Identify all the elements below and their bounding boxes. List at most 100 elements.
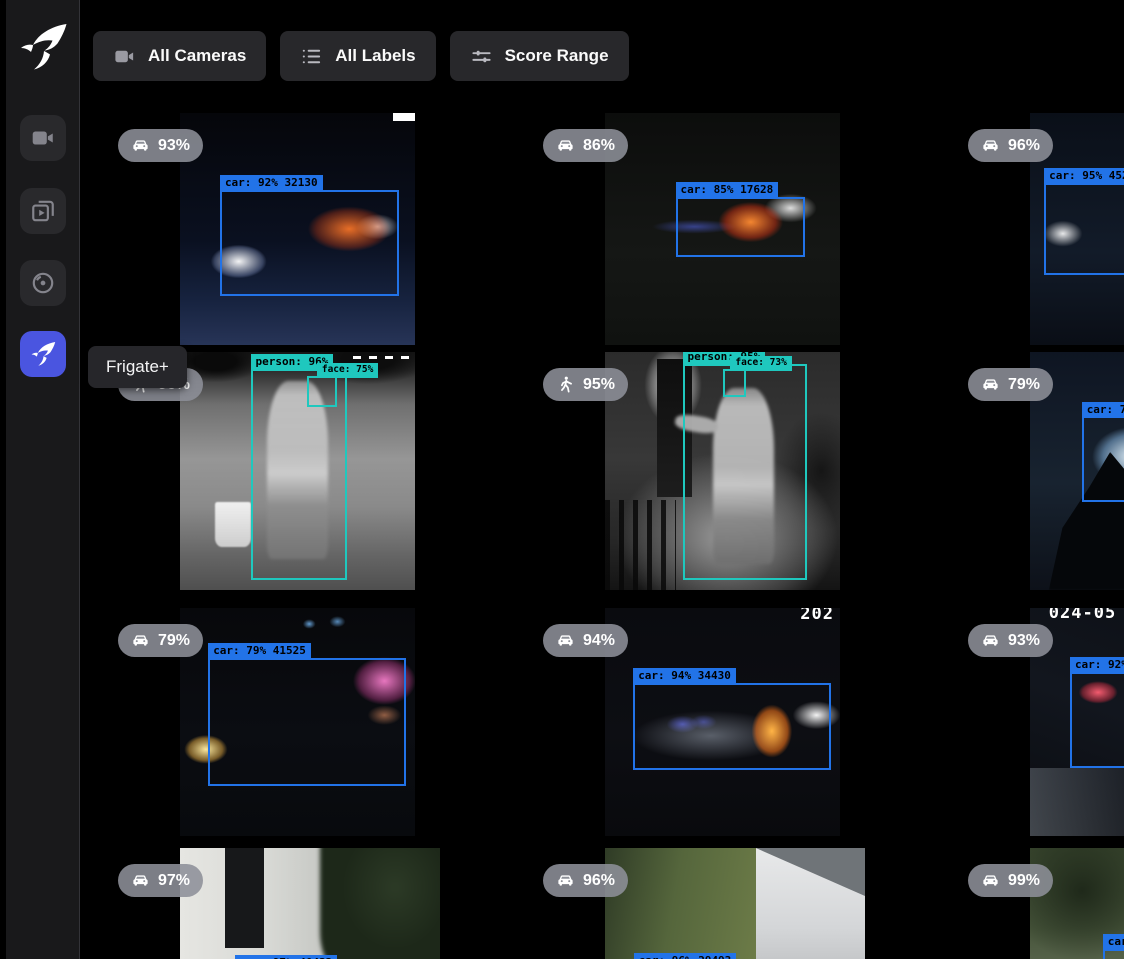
timestamp-fragment: 202 [800,608,834,624]
car-icon [556,871,575,890]
score-text: 97% [158,872,190,890]
car-bounding-box: car: 95% 45260 [1044,183,1124,276]
car-icon [556,631,575,650]
car-icon [981,631,1000,650]
frigate-bird-icon [30,341,56,367]
bucket [215,502,250,547]
sidebar-item-cameras[interactable] [20,115,66,161]
car-bounding-box: car: 85% 17628 [676,197,805,257]
detection-label: car: 96% 29493 [634,953,737,959]
car-icon [981,375,1000,394]
score-badge: 94% [543,624,628,657]
driveway-highlight [1030,768,1124,836]
detection-card[interactable]: car: 85% 17628 86% [525,113,950,345]
detection-label: car: 79% 41525 [208,643,311,660]
timestamp-fragment: 024-05 0 [1049,608,1124,623]
car-icon [981,871,1000,890]
video-camera-icon [30,125,56,151]
score-text: 79% [1008,376,1040,394]
face-label: face: 75% [317,363,378,378]
detection-thumbnail[interactable]: 202 car: 94% 34430 [605,608,840,836]
detection-card[interactable]: 202 car: 94% 34430 94% [525,608,950,836]
frigate-plus-page: Frigate+ All Cameras All Labels Score Ra… [0,0,1124,959]
detection-thumbnail[interactable]: person: 96% face: 75% [180,352,415,590]
all-cameras-filter-button[interactable]: All Cameras [93,31,266,81]
review-icon [30,198,56,224]
score-badge: 99% [968,864,1053,897]
filter-label: All Cameras [148,46,246,66]
score-text: 93% [158,137,190,155]
detection-thumbnail[interactable]: car: 99% 25 [1030,848,1124,959]
detection-thumbnail[interactable]: car: 85% 17628 [605,113,840,345]
score-badge: 96% [543,864,628,897]
sidebar [6,0,80,959]
all-labels-filter-button[interactable]: All Labels [280,31,435,81]
car-icon [981,136,1000,155]
sidebar-item-frigate-plus[interactable] [20,331,66,377]
score-text: 86% [583,137,615,155]
house [756,848,865,959]
detection-card[interactable]: car: 92% 32130 93% [100,113,525,345]
detection-label: car: 97% 40432 [235,955,338,959]
detection-card[interactable]: 024-05 0 car: 92% 4218 93% [950,608,1124,836]
score-text: 96% [583,872,615,890]
car-bounding-box: car: 92% 32130 [220,190,399,297]
detection-card[interactable]: car: 97% 40432 97% [100,848,525,959]
detection-card[interactable]: car: 95% 45260 96% [950,113,1124,345]
detection-label: car: 99% 25 [1103,934,1124,951]
window-edge [0,0,6,959]
filter-label: All Labels [335,46,415,66]
detection-thumbnail[interactable]: car: 97% 40432 [180,848,440,959]
score-text: 79% [158,632,190,650]
sidebar-item-export[interactable] [20,260,66,306]
detection-card[interactable]: car: 79% 79% [950,352,1124,590]
score-badge: 79% [968,368,1053,401]
detection-thumbnail[interactable]: person: 95% face: 73% [605,352,840,590]
filter-toolbar: All Cameras All Labels Score Range [93,31,629,81]
detection-card[interactable]: car: 79% 41525 79% [100,608,525,836]
car-bounding-box: car: 79% 41525 [208,658,405,786]
score-range-filter-button[interactable]: Score Range [450,31,629,81]
sliders-icon [470,45,493,68]
detection-thumbnail[interactable]: car: 92% 32130 [180,113,415,345]
face-bounding-box: face: 75% [307,376,338,407]
face-bounding-box: face: 73% [723,369,747,398]
grass-hill [605,848,756,959]
filter-label: Score Range [505,46,609,66]
score-text: 95% [583,376,615,394]
car-bounding-box: car: 94% 34430 [633,683,830,770]
person-icon [556,375,575,394]
detection-label: car: 79% [1082,402,1124,419]
detection-label: car: 92% 32130 [220,175,323,192]
detection-label: car: 85% 17628 [676,182,779,199]
car-icon [131,136,150,155]
car-bounding-box: car: 79% [1082,416,1124,502]
car-icon [131,871,150,890]
score-badge: 93% [968,624,1053,657]
detection-card[interactable]: car: 99% 25 99% [950,848,1124,959]
score-badge: 95% [543,368,628,401]
score-text: 93% [1008,632,1040,650]
list-icon [300,45,323,68]
frigate-logo [18,22,68,72]
bushes [320,848,440,959]
score-badge: 79% [118,624,203,657]
car-bounding-box: car: 99% 25 [1103,949,1124,959]
detection-card[interactable]: person: 95% face: 73% 95% [525,352,950,590]
score-badge: 97% [118,864,203,897]
detection-label: car: 94% 34430 [633,668,736,685]
detection-thumbnail[interactable]: car: 96% 29493 [605,848,865,959]
car-icon [131,631,150,650]
detection-label: car: 95% 45260 [1044,168,1124,185]
detection-thumbnail[interactable]: car: 79% 41525 [180,608,415,836]
house-porch [180,848,331,959]
frigate-plus-tooltip: Frigate+ [88,346,187,388]
score-badge: 96% [968,129,1053,162]
export-disc-icon [30,270,56,296]
sidebar-item-review[interactable] [20,188,66,234]
face-label: face: 73% [730,356,791,371]
score-badge: 93% [118,129,203,162]
car-icon [556,136,575,155]
score-text: 99% [1008,872,1040,890]
detection-card[interactable]: car: 96% 29493 96% [525,848,950,959]
